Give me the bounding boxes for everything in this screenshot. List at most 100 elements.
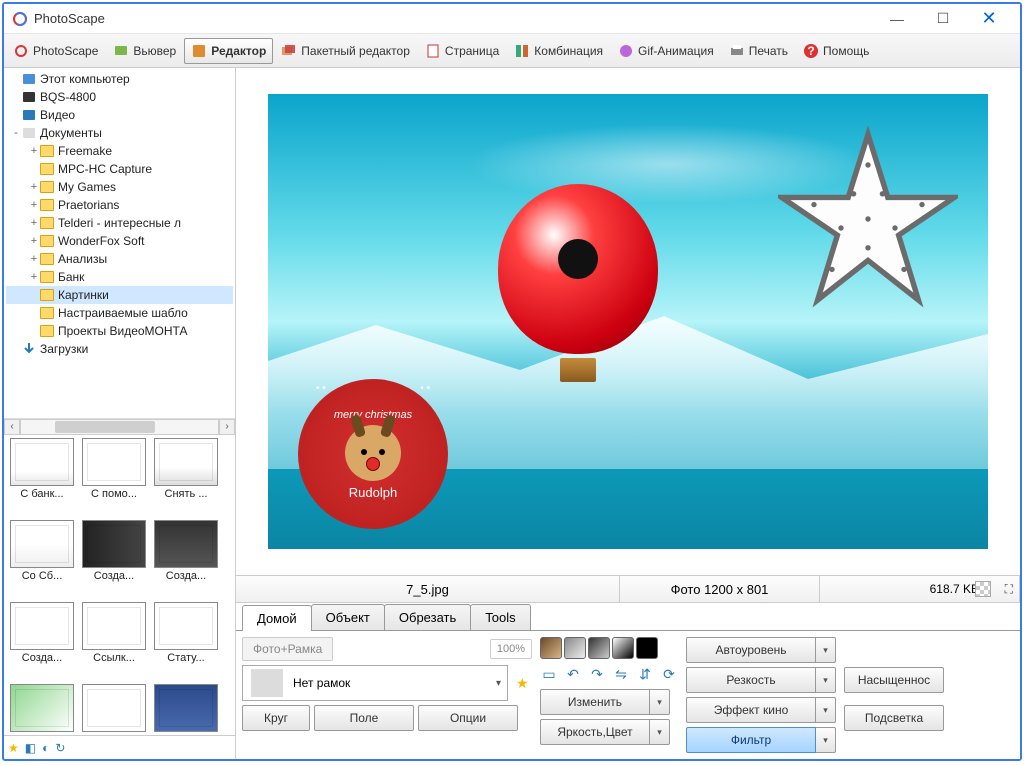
crop-icon[interactable]: ▭ [540,665,558,683]
filter-button[interactable]: Фильтр [686,727,816,753]
tree-item[interactable]: +Банк [6,268,233,286]
expand-icon[interactable]: + [28,199,40,211]
filter-drop[interactable]: ▾ [816,727,836,753]
scroll-track[interactable] [20,419,219,435]
tab-object[interactable]: Объект [311,604,385,630]
refresh-icon[interactable]: ↻ [55,741,65,755]
tree-item[interactable]: +Praetorians [6,196,233,214]
rotate-icon[interactable]: ⟳ [660,665,678,683]
thumbnail[interactable] [80,684,148,735]
resize-button[interactable]: Изменить [540,689,650,715]
autolevel-button[interactable]: Автоуровень [686,637,816,663]
tab-crop[interactable]: Обрезать [384,604,471,630]
expand-icon[interactable]: + [28,271,40,283]
filter-black[interactable] [636,637,658,659]
tab-help[interactable]: ?Помощь [796,38,876,64]
saturation-button[interactable]: Насыщеннос [844,667,944,693]
tab-print[interactable]: Печать [722,38,795,64]
scroll-thumb[interactable] [55,421,155,433]
star-fav-icon[interactable]: ★ [8,741,19,755]
film-drop[interactable]: ▾ [816,697,836,723]
expand-icon[interactable]: - [10,127,22,139]
fav-star-icon[interactable]: ★ [516,675,529,692]
tree-item[interactable]: -Документы [6,124,233,142]
folder-tree[interactable]: Этот компьютерBQS-4800Видео-Документы+Fr… [4,68,235,418]
thumbnail[interactable] [152,684,220,735]
redo-icon[interactable]: ↷ [588,665,606,683]
scroll-right-button[interactable]: › [219,419,235,435]
minimize-button[interactable]: — [874,5,920,33]
filter-gray[interactable] [564,637,586,659]
thumbnail[interactable]: С банк... [8,438,76,516]
thumb-label: Созда... [154,570,218,582]
scroll-left-button[interactable]: ‹ [4,419,20,435]
tab-batch[interactable]: Пакетный редактор [274,38,417,64]
filter-sepia[interactable] [540,637,562,659]
frame-select[interactable]: Нет рамок [242,665,508,701]
photo-frame-button[interactable]: Фото+Рамка [242,637,333,661]
close-button[interactable]: ✕ [966,5,1012,33]
fullscreen-icon[interactable]: ⛶ [1005,582,1013,597]
thumbnail[interactable] [8,684,76,735]
tree-item[interactable]: +Telderi - интересные л [6,214,233,232]
maximize-button[interactable]: ☐ [920,5,966,33]
tree-item[interactable]: +Анализы [6,250,233,268]
tree-item[interactable]: Настраиваемые шабло [6,304,233,322]
christmas-badge[interactable]: merry christmas • • • • Rudolph [298,379,448,529]
doc-icon [22,126,36,140]
tool-icon-2[interactable]: ◐ [42,741,49,755]
thumbnail[interactable]: Со Сб... [8,520,76,598]
resize-drop[interactable]: ▾ [650,689,670,715]
flip-h-icon[interactable]: ⇋ [612,665,630,683]
thumbnail[interactable]: Созда... [80,520,148,598]
sharpness-button[interactable]: Резкость [686,667,816,693]
undo-icon[interactable]: ↶ [564,665,582,683]
options-button[interactable]: Опции [418,705,518,731]
tab-page[interactable]: Страница [418,38,506,64]
sharpness-drop[interactable]: ▾ [816,667,836,693]
thumbnail[interactable]: Стату... [152,602,220,680]
tree-item[interactable]: MPC-HC Capture [6,160,233,178]
tree-item[interactable]: Проекты ВидеоМОНТА [6,322,233,340]
expand-icon[interactable]: + [28,217,40,229]
expand-icon[interactable]: + [28,181,40,193]
thumbnail[interactable]: Ссылк... [80,602,148,680]
star-overlay[interactable] [778,124,958,314]
tree-item[interactable]: Картинки [6,286,233,304]
filter-bw[interactable] [588,637,610,659]
tab-editor[interactable]: Редактор [184,38,273,64]
tree-item[interactable]: BQS-4800 [6,88,233,106]
tab-photoscape[interactable]: PhotoScape [6,38,105,64]
tab-combine[interactable]: Комбинация [507,38,610,64]
tree-item[interactable]: Видео [6,106,233,124]
tab-tools[interactable]: Tools [470,604,530,630]
thumbnail[interactable]: С помо... [80,438,148,516]
circle-button[interactable]: Круг [242,705,310,731]
film-effect-button[interactable]: Эффект кино [686,697,816,723]
thumbnail[interactable]: Созда... [8,602,76,680]
tab-gif[interactable]: Gif-Анимация [611,38,721,64]
tree-hscroll[interactable]: ‹ › [4,418,235,434]
flip-v-icon[interactable]: ⇵ [636,665,654,683]
tree-item[interactable]: Этот компьютер [6,70,233,88]
tool-icon-1[interactable]: ◧ [25,741,36,755]
image-canvas[interactable]: merry christmas • • • • Rudolph [268,94,988,549]
tree-item[interactable]: +WonderFox Soft [6,232,233,250]
field-button[interactable]: Поле [314,705,414,731]
tab-viewer[interactable]: Вьювер [106,38,183,64]
tree-item[interactable]: +My Games [6,178,233,196]
filter-invert[interactable] [612,637,634,659]
backlight-button[interactable]: Подсветка [844,705,944,731]
expand-icon[interactable]: + [28,235,40,247]
tree-item[interactable]: +Freemake [6,142,233,160]
autolevel-drop[interactable]: ▾ [816,637,836,663]
expand-icon[interactable]: + [28,253,40,265]
thumbnail[interactable]: Созда... [152,520,220,598]
tab-home[interactable]: Домой [242,605,312,631]
transparency-icon[interactable] [975,581,991,597]
thumbnail[interactable]: Снять ... [152,438,220,516]
tree-item[interactable]: Загрузки [6,340,233,358]
expand-icon[interactable]: + [28,145,40,157]
bright-drop[interactable]: ▾ [650,719,670,745]
bright-color-button[interactable]: Яркость,Цвет [540,719,650,745]
